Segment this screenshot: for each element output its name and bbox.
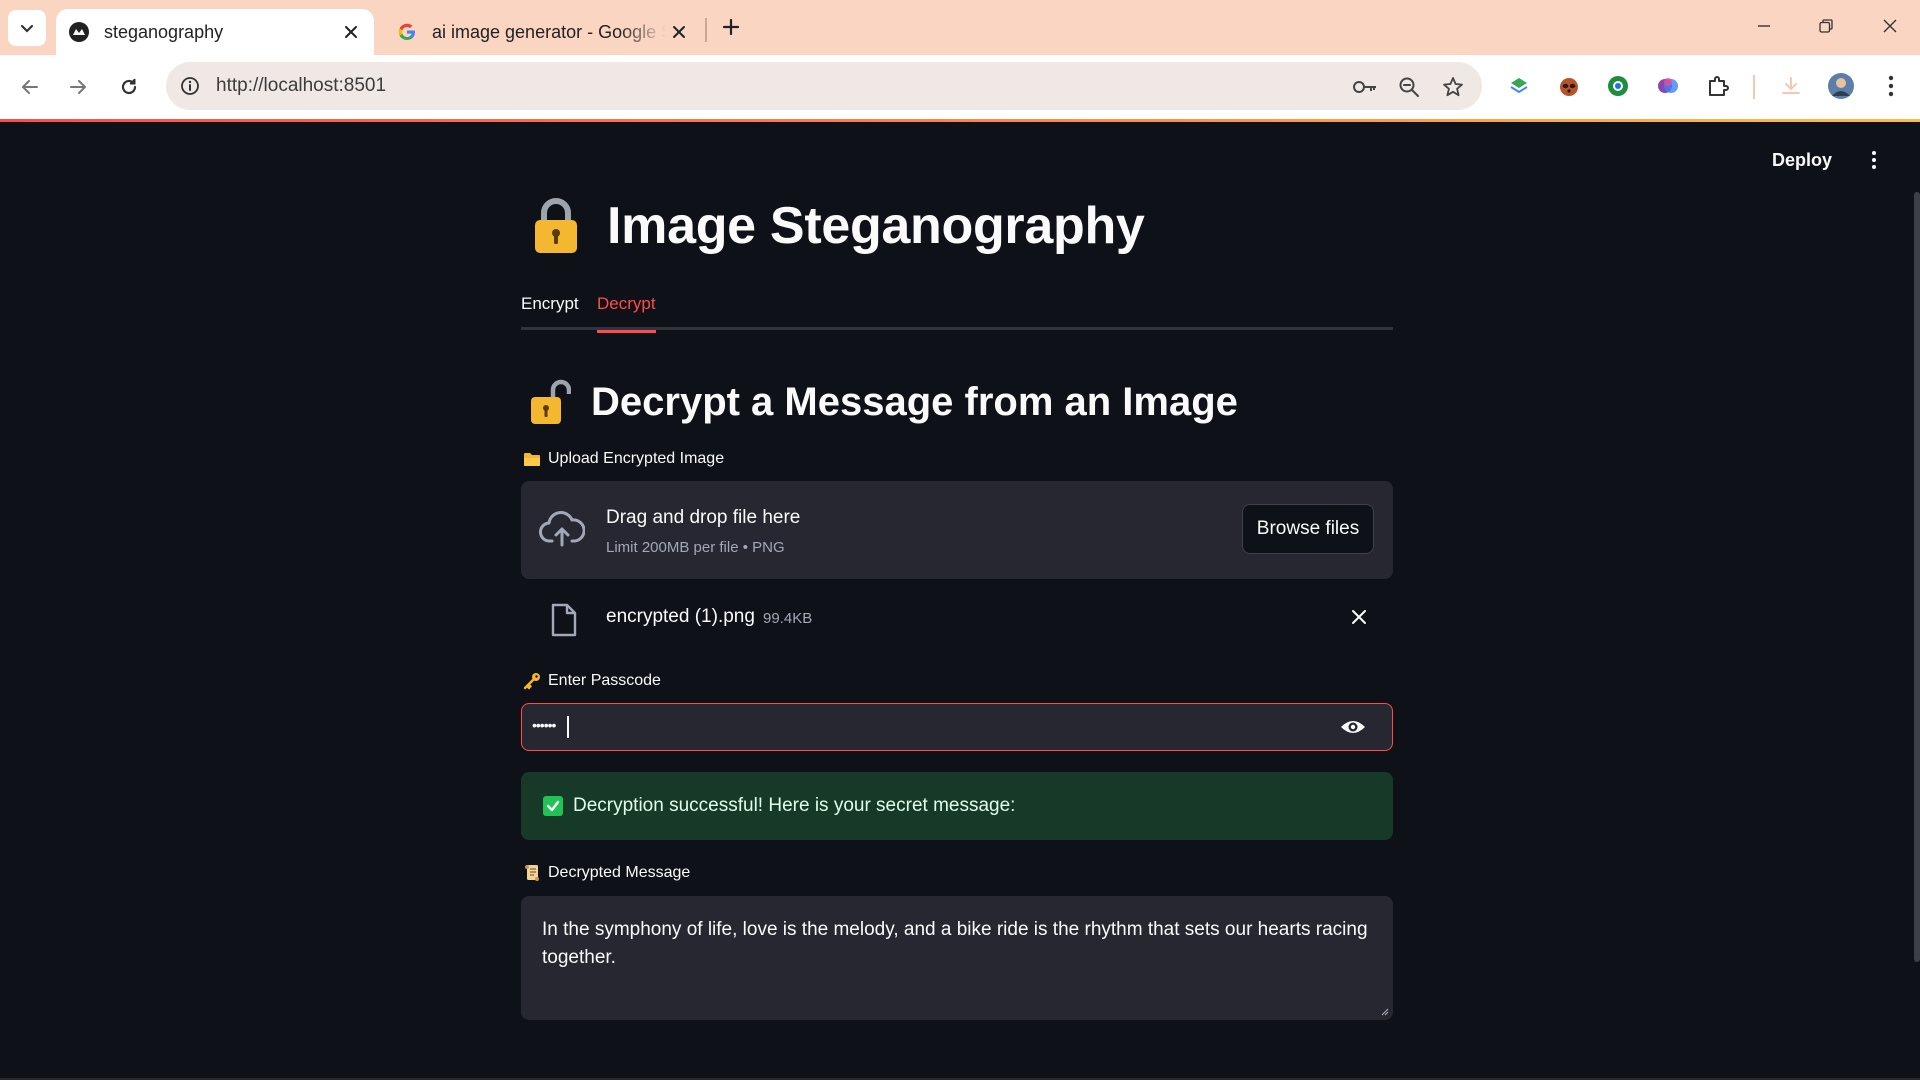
lock-icon: [535, 198, 577, 253]
arrow-right-icon: [70, 80, 86, 94]
title-row: Image Steganography: [531, 196, 1145, 256]
open-lock-icon: [531, 379, 571, 424]
extensions-puzzle-icon[interactable]: [1703, 71, 1733, 101]
tab-title: ai image generator - Google Se: [432, 21, 666, 42]
download-icon[interactable]: [1776, 71, 1806, 101]
new-tab-button[interactable]: [716, 12, 746, 42]
main-menu-icon[interactable]: [1862, 146, 1886, 174]
browser-tab-strip: steganography ai image generator - Googl…: [0, 0, 1920, 55]
passcode-value: ••••••: [532, 717, 556, 733]
check-mark-icon: [543, 796, 563, 816]
browser-toolbar: http://localhost:8501: [0, 55, 1920, 119]
reload-icon: [121, 78, 137, 95]
forward-button[interactable]: [60, 69, 96, 105]
browser-menu-icon[interactable]: [1876, 71, 1906, 101]
plus-icon: [722, 18, 740, 36]
address-bar[interactable]: http://localhost:8501: [166, 62, 1482, 110]
close-icon: [1883, 19, 1897, 33]
google-favicon-icon: [396, 21, 418, 43]
page-title: Image Steganography: [607, 197, 1145, 255]
tab-search-button[interactable]: [8, 10, 46, 46]
password-key-icon[interactable]: [1350, 72, 1380, 102]
minimize-icon: [1758, 25, 1770, 27]
browse-files-button[interactable]: Browse files: [1242, 504, 1374, 554]
file-icon: [551, 603, 577, 637]
arrow-left-icon: [22, 80, 38, 94]
cloud-upload-icon: [539, 511, 585, 547]
zoom-icon[interactable]: [1394, 72, 1424, 102]
decrypted-message-textarea[interactable]: In the symphony of life, love is the mel…: [521, 896, 1393, 1020]
file-dropzone[interactable]: Drag and drop file here Limit 200MB per …: [521, 481, 1393, 579]
close-tab-icon[interactable]: [338, 19, 364, 45]
scroll-icon: [523, 864, 541, 882]
restore-button[interactable]: [1806, 8, 1846, 44]
dropzone-title: Drag and drop file here: [606, 507, 801, 528]
site-info-icon[interactable]: [176, 72, 204, 100]
reload-button[interactable]: [111, 69, 147, 105]
bookmark-star-icon[interactable]: [1438, 72, 1468, 102]
resize-handle-icon[interactable]: [1379, 1006, 1389, 1016]
app-view: Deploy Image Steganography Encrypt Decry…: [0, 122, 1920, 1080]
streamlit-favicon-icon: [68, 21, 90, 43]
success-alert-text: Decryption successful! Here is your secr…: [573, 795, 1016, 816]
decrypted-label-text: Decrypted Message: [548, 864, 691, 881]
success-alert: Decryption successful! Here is your secr…: [521, 772, 1393, 840]
close-window-button[interactable]: [1870, 8, 1910, 44]
upload-label: Upload Encrypted Image: [523, 450, 724, 468]
extension-grammar-icon[interactable]: [1603, 71, 1633, 101]
key-icon: [523, 672, 541, 690]
upload-label-text: Upload Encrypted Image: [548, 450, 725, 467]
passcode-label-text: Enter Passcode: [548, 672, 661, 689]
app-tabs: Encrypt Decrypt: [521, 294, 1393, 333]
close-tab-icon[interactable]: [666, 19, 692, 45]
browser-tab-steganography[interactable]: steganography: [56, 9, 374, 55]
deploy-button[interactable]: Deploy: [1772, 150, 1832, 171]
tab-title: steganography: [104, 21, 224, 42]
uploaded-file-row: encrypted (1).png 99.4KB: [521, 592, 1393, 642]
tab-encrypt[interactable]: Encrypt: [521, 294, 579, 330]
profile-avatar[interactable]: [1826, 71, 1856, 101]
scrollbar[interactable]: [1914, 192, 1920, 962]
chevron-down-icon: [20, 24, 34, 33]
close-icon[interactable]: [1347, 605, 1371, 629]
decrypted-message-text: In the symphony of life, love is the mel…: [542, 919, 1368, 968]
passcode-input[interactable]: ••••••: [521, 703, 1393, 751]
text-caret: [567, 716, 569, 738]
passcode-label: Enter Passcode: [523, 672, 661, 690]
extension-raccoon-icon[interactable]: [1554, 71, 1584, 101]
decrypted-label: Decrypted Message: [523, 864, 690, 882]
toolbar-separator: [1753, 75, 1755, 99]
extension-brain-icon[interactable]: [1653, 71, 1683, 101]
subheader-row: Decrypt a Message from an Image: [529, 378, 1238, 426]
dropzone-hint: Limit 200MB per file • PNG: [606, 539, 785, 556]
show-password-eye-icon[interactable]: [1339, 715, 1367, 739]
file-name: encrypted (1).png: [606, 606, 755, 627]
tab-separator: [705, 18, 707, 42]
file-size: 99.4KB: [763, 610, 813, 627]
section-title: Decrypt a Message from an Image: [591, 379, 1238, 424]
browser-tab-google-search[interactable]: ai image generator - Google Se: [384, 9, 702, 55]
back-button[interactable]: [12, 69, 48, 105]
extension-layers-icon[interactable]: [1504, 71, 1534, 101]
tab-decrypt[interactable]: Decrypt: [597, 294, 656, 333]
folder-icon: [523, 450, 541, 468]
url-text: http://localhost:8501: [216, 75, 387, 96]
restore-icon: [1819, 19, 1833, 33]
minimize-button[interactable]: [1744, 8, 1784, 44]
